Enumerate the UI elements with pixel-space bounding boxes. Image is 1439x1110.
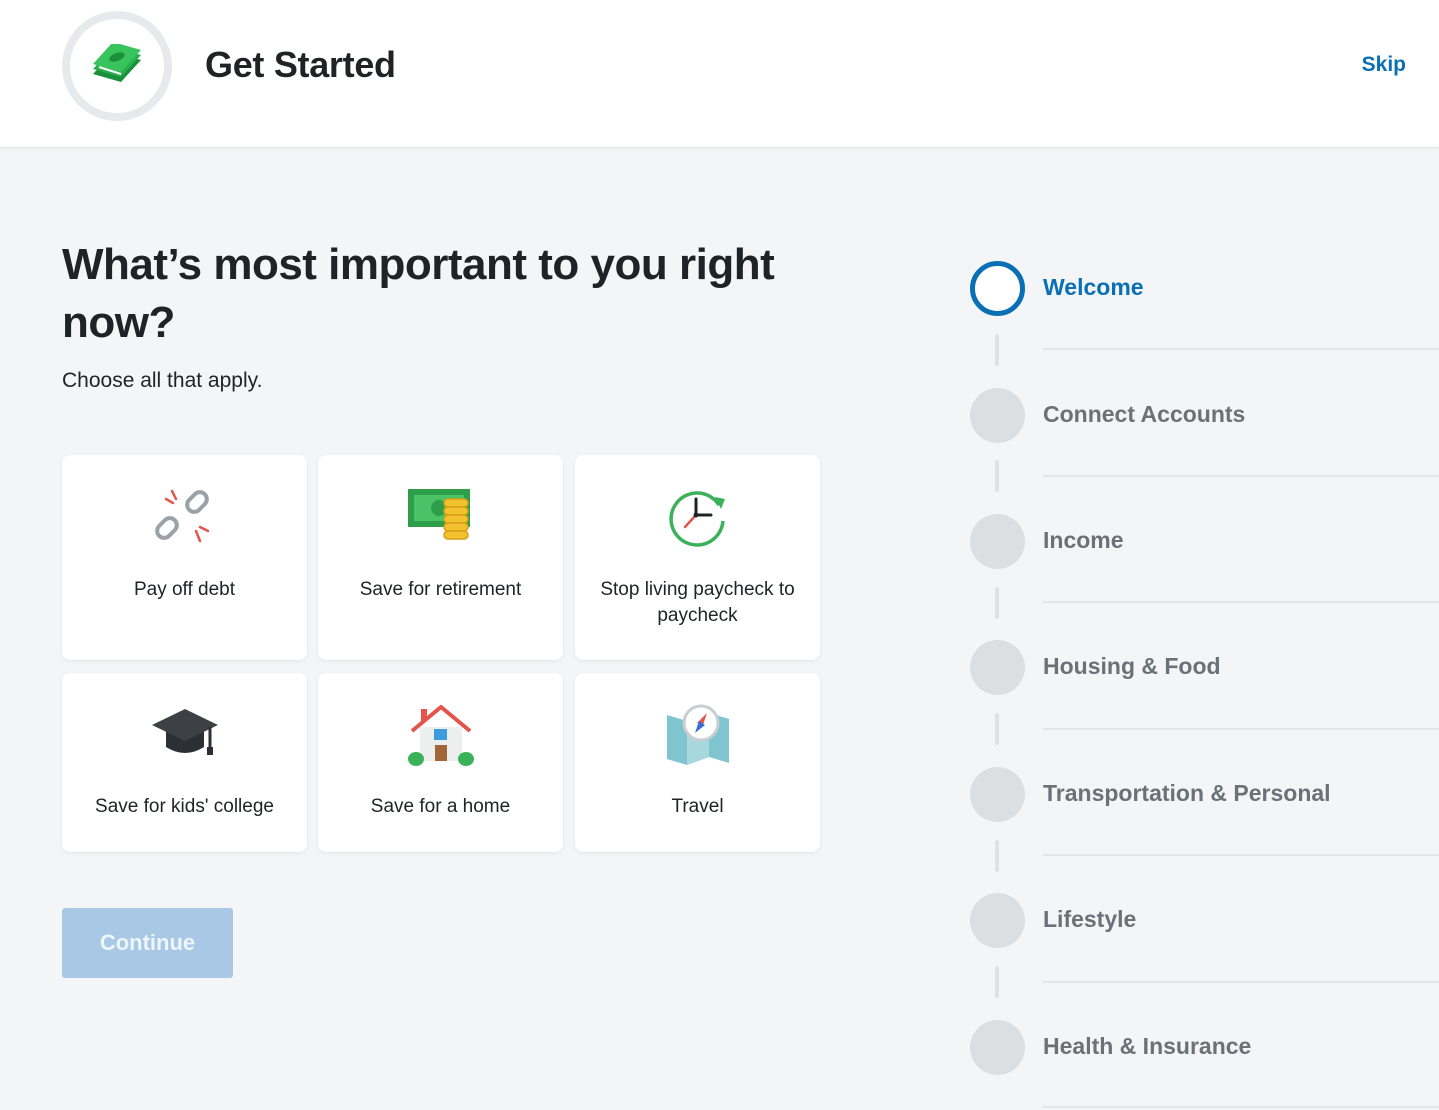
option-card-kids-college[interactable]: Save for kids' college — [62, 673, 307, 852]
step-indicator-welcome — [970, 261, 1025, 316]
step-lifestyle[interactable]: Lifestyle — [1043, 906, 1136, 933]
step-divider — [1043, 1106, 1439, 1108]
step-health-insurance[interactable]: Health & Insurance — [1043, 1033, 1251, 1060]
step-indicator-lifestyle — [970, 893, 1025, 948]
option-label: Travel — [671, 796, 724, 817]
option-card-travel[interactable]: Travel — [575, 673, 820, 852]
option-card-stop-paycheck[interactable]: Stop living paycheck to paycheck — [575, 455, 820, 660]
step-connector — [995, 587, 999, 619]
option-label: Save for retirement — [359, 579, 522, 600]
broken-chain-icon — [154, 489, 209, 543]
step-divider — [1043, 348, 1439, 350]
cash-coins-icon — [407, 489, 470, 540]
step-connector — [995, 460, 999, 492]
step-divider — [1043, 601, 1439, 603]
option-label: Save for kids' college — [95, 796, 274, 817]
money-stack-icon — [93, 44, 141, 82]
step-indicator-health-insurance — [970, 1020, 1025, 1075]
question-heading: What’s most important to you right now? — [62, 240, 775, 347]
step-connect-accounts[interactable]: Connect Accounts — [1043, 401, 1245, 428]
step-connector — [995, 334, 999, 366]
question-subtitle: Choose all that apply. — [62, 369, 263, 392]
map-compass-icon — [666, 704, 729, 765]
option-card-pay-off-debt[interactable]: Pay off debt — [62, 455, 307, 660]
page-title: Get Started — [205, 44, 396, 85]
logo — [62, 11, 172, 121]
step-indicator-income — [970, 514, 1025, 569]
continue-button[interactable]: Continue — [62, 908, 233, 978]
house-icon — [407, 705, 474, 766]
step-connector — [995, 840, 999, 872]
top-header: Get Started Skip — [0, 0, 1439, 148]
step-divider — [1043, 981, 1439, 983]
step-transportation-personal[interactable]: Transportation & Personal — [1043, 780, 1331, 807]
step-welcome[interactable]: Welcome — [1043, 274, 1144, 301]
option-label: Stop living paycheck to paycheck — [600, 579, 795, 626]
step-divider — [1043, 728, 1439, 730]
step-divider — [1043, 475, 1439, 477]
option-label: Save for a home — [370, 796, 511, 817]
step-indicator-connect-accounts — [970, 388, 1025, 443]
step-connector — [995, 713, 999, 745]
graduation-cap-icon — [151, 709, 218, 755]
skip-link[interactable]: Skip — [1362, 53, 1406, 77]
step-indicator-housing-food — [970, 640, 1025, 695]
option-label: Pay off debt — [133, 579, 236, 600]
option-card-save-retirement[interactable]: Save for retirement — [318, 455, 563, 660]
step-housing-food[interactable]: Housing & Food — [1043, 653, 1221, 680]
clock-refresh-icon — [668, 491, 725, 547]
step-indicator-transportation-personal — [970, 767, 1025, 822]
step-income[interactable]: Income — [1043, 527, 1124, 554]
step-connector — [995, 966, 999, 998]
option-card-save-home[interactable]: Save for a home — [318, 673, 563, 852]
step-divider — [1043, 854, 1439, 856]
